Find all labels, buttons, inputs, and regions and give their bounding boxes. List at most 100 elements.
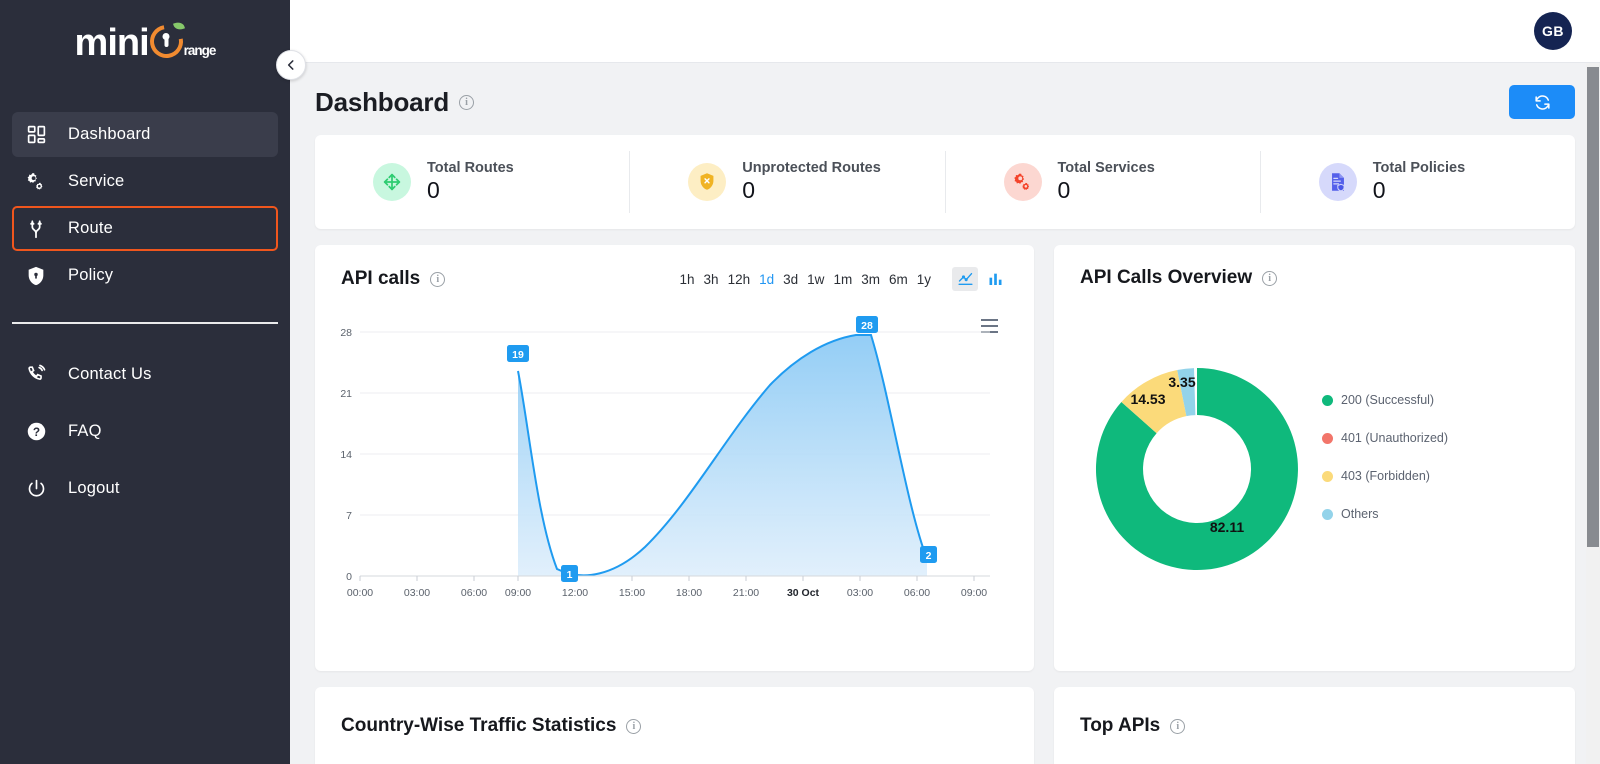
api-calls-card: API calls i 1h 3h 12h 1d 3d 1w 1m 3m 6m (315, 245, 1034, 671)
card-title: Top APIs (1080, 715, 1161, 736)
range-3h[interactable]: 3h (704, 272, 719, 287)
sidebar-item-label: Route (68, 219, 114, 237)
svg-text:19: 19 (512, 349, 524, 361)
chart-type-toggles (952, 267, 1008, 291)
stat-unprotected-routes[interactable]: Unprotected Routes 0 (629, 151, 944, 213)
sidebar-item-faq[interactable]: ? FAQ (12, 409, 278, 454)
svg-text:7: 7 (346, 510, 352, 522)
data-label-19: 19 (507, 345, 529, 362)
stat-label: Total Routes (427, 160, 514, 176)
avatar[interactable]: GB (1534, 12, 1572, 50)
shield-lock-icon (22, 262, 50, 290)
svg-text:0: 0 (346, 571, 352, 583)
info-icon[interactable]: i (1170, 718, 1186, 734)
logo-text-left: mini (74, 21, 150, 64)
api-calls-area-chart: 28 21 14 7 0 00:00 03:00 06:00 09:00 12:… (340, 316, 990, 599)
line-chart-icon[interactable] (952, 267, 978, 291)
range-6m[interactable]: 6m (889, 272, 908, 287)
sidebar-item-logout[interactable]: Logout (12, 466, 278, 511)
sidebar-divider (12, 322, 278, 324)
primary-nav: Dashboard Service Route Policy (0, 112, 290, 300)
range-1w[interactable]: 1w (807, 272, 824, 287)
stat-value: 0 (1372, 177, 1386, 203)
range-1y[interactable]: 1y (917, 272, 931, 287)
bottom-row: Country-Wise Traffic Statistics i Top AP… (315, 687, 1575, 764)
power-icon (22, 475, 50, 503)
page-scrollbar[interactable] (1586, 63, 1600, 764)
legend-item[interactable]: 403 (Forbidden) (1322, 469, 1448, 483)
card-title: Country-Wise Traffic Statistics (341, 715, 617, 736)
stat-label: Total Services (1057, 160, 1155, 176)
scrollbar-thumb[interactable] (1587, 67, 1599, 547)
svg-text:06:00: 06:00 (904, 587, 930, 599)
svg-text:?: ? (32, 425, 39, 439)
range-1d[interactable]: 1d (759, 272, 774, 287)
stat-total-policies[interactable]: Total Policies 0 (1259, 151, 1575, 213)
country-traffic-card: Country-Wise Traffic Statistics i (315, 687, 1034, 764)
data-label-2: 2 (920, 546, 937, 563)
svg-text:06:00: 06:00 (461, 587, 487, 599)
legend-label: 200 (Successful) (1341, 393, 1435, 407)
page-header: Dashboard i (315, 63, 1575, 135)
bar-chart-icon[interactable] (982, 267, 1008, 291)
range-3m[interactable]: 3m (861, 272, 880, 287)
sidebar-collapse-button[interactable] (276, 50, 306, 80)
stat-label: Total Policies (1372, 160, 1466, 176)
sidebar-item-dashboard[interactable]: Dashboard (12, 112, 278, 157)
info-icon[interactable]: i (626, 718, 642, 734)
page-content: Dashboard i Total Routes 0 Unprotected R… (290, 63, 1600, 764)
routes-arrows-icon (373, 163, 411, 201)
legend-dot-others (1322, 508, 1333, 520)
sidebar-item-policy[interactable]: Policy (12, 253, 278, 298)
page-title: Dashboard (315, 86, 450, 117)
legend-item[interactable]: 200 (Successful) (1322, 393, 1448, 407)
sidebar-item-contact-us[interactable]: Contact Us (12, 352, 278, 397)
stat-value: 0 (742, 177, 756, 203)
range-1h[interactable]: 1h (680, 272, 695, 287)
policy-doc-icon (1318, 163, 1357, 201)
data-label-1: 1 (561, 565, 578, 582)
stat-total-services[interactable]: Total Services 0 (944, 151, 1260, 213)
legend-item[interactable]: Others (1322, 507, 1448, 521)
slice-value-200: 82.11 (1210, 519, 1244, 535)
sidebar-item-label: Dashboard (68, 125, 151, 143)
card-title: API calls (341, 268, 421, 289)
svg-text:21: 21 (340, 388, 352, 400)
slice-value-403: 14.53 (1130, 391, 1165, 407)
svg-text:15:00: 15:00 (619, 587, 645, 599)
gear-services-icon (1003, 163, 1042, 201)
shield-x-icon (688, 163, 727, 201)
card-title: API Calls Overview (1080, 267, 1253, 288)
sidebar-item-service[interactable]: Service (12, 159, 278, 204)
refresh-button[interactable] (1509, 85, 1575, 119)
logo-orange-icon (143, 18, 190, 64)
refresh-icon (1534, 94, 1550, 110)
stat-label: Unprotected Routes (742, 160, 881, 176)
svg-text:09:00: 09:00 (961, 587, 987, 599)
info-icon[interactable]: i (459, 94, 475, 110)
stats-summary-card: Total Routes 0 Unprotected Routes 0 Tota… (315, 135, 1575, 229)
legend-item[interactable]: 401 (Unauthorized) (1322, 431, 1448, 445)
brand-logo[interactable]: mini range (0, 0, 290, 86)
donut-legend: 200 (Successful) 401 (Unauthorized) 403 … (1322, 393, 1448, 545)
range-3d[interactable]: 3d (783, 272, 798, 287)
info-icon[interactable]: i (430, 271, 446, 287)
sidebar-item-route[interactable]: Route (12, 206, 278, 251)
stat-total-routes[interactable]: Total Routes 0 (315, 151, 629, 213)
secondary-nav: Contact Us ? FAQ Logout (0, 352, 290, 523)
range-1m[interactable]: 1m (833, 272, 852, 287)
chevron-left-icon (287, 60, 294, 70)
phone-ring-icon (22, 361, 50, 389)
svg-text:21:00: 21:00 (733, 587, 759, 599)
logo-text-right: range (183, 42, 217, 58)
range-12h[interactable]: 12h (728, 272, 751, 287)
sidebar-item-label: Contact Us (68, 365, 152, 383)
info-icon[interactable]: i (1262, 270, 1278, 286)
question-circle-icon: ? (22, 418, 50, 446)
main-area: GB Dashboard i Total Routes 0 Unprotecte… (290, 0, 1600, 764)
legend-label: Others (1341, 507, 1379, 521)
svg-text:1: 1 (567, 569, 573, 581)
legend-dot-401 (1322, 432, 1333, 444)
stat-value: 0 (427, 177, 440, 203)
legend-dot-403 (1322, 470, 1333, 482)
